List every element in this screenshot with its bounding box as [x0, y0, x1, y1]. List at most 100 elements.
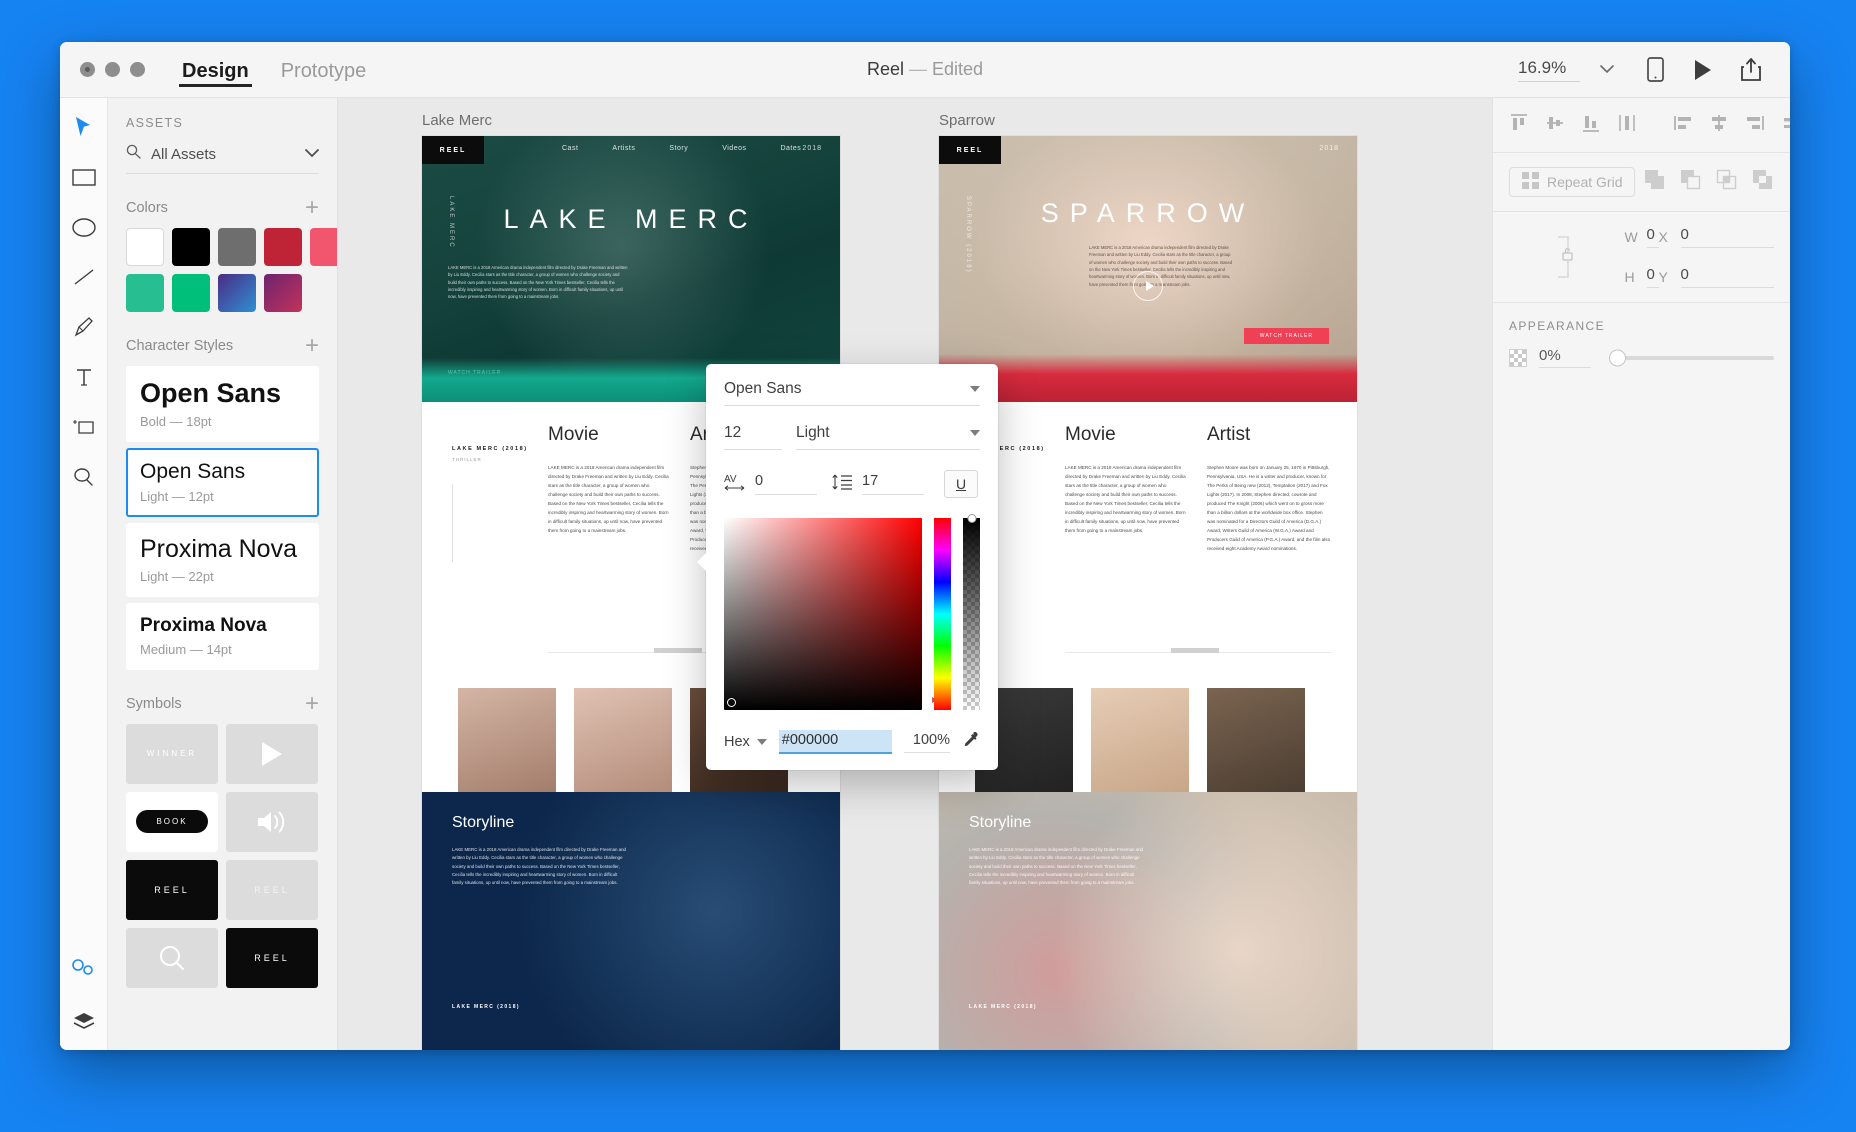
search-symbol[interactable]	[126, 928, 218, 988]
chevron-down-icon[interactable]	[305, 145, 319, 163]
hex-value-input[interactable]: #000000	[779, 730, 892, 754]
distribute-horizontal-icon[interactable]	[1781, 113, 1790, 138]
character-style-item-selected[interactable]: Open Sans Light — 12pt	[126, 448, 319, 517]
height-value[interactable]: 0	[1647, 266, 1659, 288]
letter-spacing-control[interactable]: AV 0	[724, 472, 817, 497]
x-value[interactable]: 0	[1681, 226, 1775, 248]
boolean-add-icon[interactable]	[1644, 169, 1666, 196]
lock-aspect-icon[interactable]	[1509, 231, 1625, 283]
color-swatch[interactable]	[172, 228, 210, 266]
hue-slider[interactable]	[934, 518, 951, 710]
font-family-dropdown[interactable]: Open Sans	[724, 380, 980, 406]
color-swatch[interactable]	[218, 228, 256, 266]
color-swatch[interactable]	[126, 228, 164, 266]
close-window-button[interactable]	[80, 62, 95, 77]
artboard-label-lake-merc[interactable]: Lake Merc	[422, 112, 492, 129]
rectangle-tool[interactable]	[69, 162, 99, 192]
color-cursor[interactable]	[727, 698, 736, 707]
reel-logo-light-symbol[interactable]: REEL	[226, 860, 318, 920]
color-swatch[interactable]	[264, 228, 302, 266]
minimize-window-button[interactable]	[105, 62, 120, 77]
color-swatch[interactable]	[310, 228, 338, 266]
assets-tool[interactable]	[69, 952, 99, 982]
reel-logo-dark-symbol[interactable]: REEL	[126, 860, 218, 920]
boolean-subtract-icon[interactable]	[1680, 169, 1702, 196]
text-tool[interactable]	[69, 362, 99, 392]
character-style-item[interactable]: Proxima Nova Medium — 14pt	[126, 603, 319, 670]
opacity-value[interactable]: 0%	[1539, 347, 1591, 368]
artboard-label-sparrow[interactable]: Sparrow	[939, 112, 995, 129]
color-mode-dropdown[interactable]: Hex	[724, 734, 767, 750]
chevron-down-icon[interactable]	[757, 739, 767, 745]
hue-marker[interactable]	[932, 697, 953, 700]
eyedropper-icon[interactable]	[962, 731, 980, 754]
winner-laurel-symbol[interactable]: WINNER	[126, 724, 218, 784]
canvas-area[interactable]: Lake Merc REEL Cast Artists Story Videos…	[338, 98, 1492, 1050]
font-weight-dropdown[interactable]: Light	[796, 424, 980, 450]
assets-filter-dropdown[interactable]: All Assets	[126, 144, 319, 174]
alpha-marker[interactable]	[967, 514, 976, 523]
alpha-value-input[interactable]: 100%	[904, 732, 950, 753]
nav-item[interactable]: Dates	[780, 145, 801, 152]
height-field[interactable]: H 0	[1625, 266, 1659, 288]
play-icon[interactable]	[1133, 271, 1163, 301]
line-height-value[interactable]: 17	[862, 473, 924, 495]
nav-item[interactable]: Cast	[562, 145, 578, 152]
character-style-item[interactable]: Open Sans Bold — 18pt	[126, 366, 319, 442]
align-bottom-icon[interactable]	[1581, 113, 1601, 138]
ellipse-tool[interactable]	[69, 212, 99, 242]
chevron-down-icon[interactable]	[1594, 57, 1620, 83]
chevron-down-icon[interactable]	[970, 386, 980, 392]
nav-item[interactable]: Videos	[722, 145, 746, 152]
reel-logo-dark-symbol-2[interactable]: REEL	[226, 928, 318, 988]
width-value[interactable]: 0	[1647, 226, 1659, 248]
add-color-button[interactable]: +	[305, 201, 319, 215]
width-field[interactable]: W 0	[1625, 226, 1659, 248]
align-middle-vertical-icon[interactable]	[1545, 113, 1565, 138]
reel-logo[interactable]: REEL	[939, 136, 1001, 164]
watch-trailer-button[interactable]: WATCH TRAILER	[1244, 328, 1329, 344]
saturation-value-area[interactable]	[724, 518, 922, 710]
play-button-symbol[interactable]	[226, 724, 318, 784]
add-character-style-button[interactable]: +	[305, 339, 319, 353]
align-left-icon[interactable]	[1673, 113, 1693, 138]
zoom-level-value[interactable]: 16.9%	[1518, 58, 1580, 82]
layers-tool[interactable]	[69, 1006, 99, 1036]
book-button-symbol[interactable]: BOOK	[126, 792, 218, 852]
distribute-vertical-icon[interactable]	[1709, 113, 1729, 138]
line-height-control[interactable]: 17	[831, 473, 924, 496]
chevron-down-icon[interactable]	[970, 430, 980, 436]
repeat-grid-button[interactable]: Repeat Grid	[1509, 167, 1635, 197]
opacity-slider[interactable]	[1609, 356, 1774, 360]
tab-design[interactable]: Design	[179, 61, 252, 95]
color-swatch[interactable]	[264, 274, 302, 312]
select-tool[interactable]	[69, 112, 99, 142]
boolean-exclude-icon[interactable]	[1752, 169, 1774, 196]
artboard-sparrow[interactable]: REEL 2018 SPARROW (2018) SPARROW LAKE ME…	[939, 136, 1357, 1050]
add-symbol-button[interactable]: +	[305, 697, 319, 711]
x-field[interactable]: X 0	[1659, 226, 1775, 248]
align-center-horizontal-icon[interactable]	[1617, 113, 1637, 138]
tab-prototype[interactable]: Prototype	[278, 61, 370, 95]
artboard-tool[interactable]	[69, 412, 99, 442]
nav-item[interactable]: Artists	[612, 145, 635, 152]
alpha-slider[interactable]	[963, 518, 980, 710]
opacity-slider-knob[interactable]	[1609, 349, 1626, 366]
nav-item[interactable]: Story	[669, 145, 688, 152]
color-swatch[interactable]	[172, 274, 210, 312]
color-swatch[interactable]	[218, 274, 256, 312]
zoom-control[interactable]: 16.9%	[1518, 57, 1620, 83]
font-size-input[interactable]: 12	[724, 424, 782, 450]
line-tool[interactable]	[69, 262, 99, 292]
align-right-icon[interactable]	[1745, 113, 1765, 138]
boolean-intersect-icon[interactable]	[1716, 169, 1738, 196]
maximize-window-button[interactable]	[130, 62, 145, 77]
reel-logo[interactable]: REEL	[422, 136, 484, 164]
letter-spacing-value[interactable]: 0	[755, 473, 817, 495]
underline-button[interactable]: U	[944, 470, 978, 498]
character-style-item[interactable]: Proxima Nova Light — 22pt	[126, 523, 319, 597]
color-picker[interactable]	[724, 518, 980, 710]
zoom-tool[interactable]	[69, 462, 99, 492]
share-icon[interactable]	[1738, 57, 1764, 83]
sound-icon-symbol[interactable]	[226, 792, 318, 852]
